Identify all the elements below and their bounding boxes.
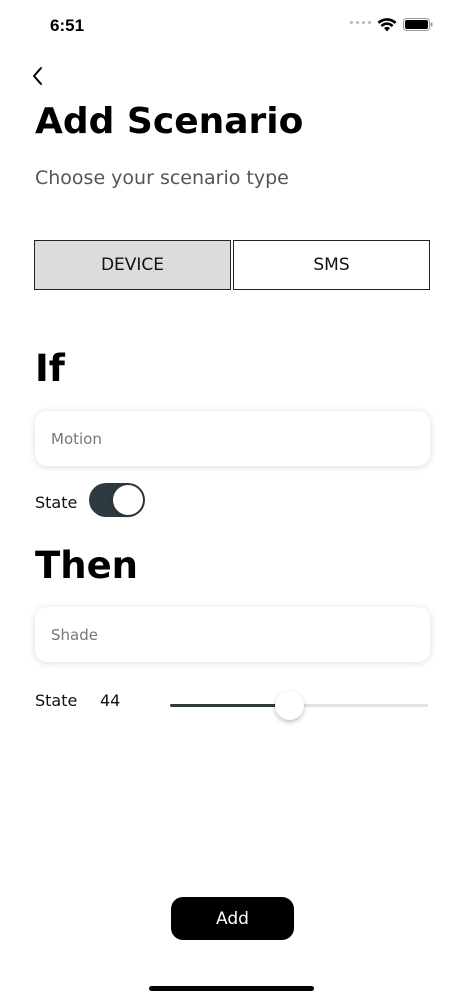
page-subtitle: Choose your scenario type — [35, 167, 289, 189]
back-button[interactable] — [26, 64, 48, 88]
status-time: 6:51 — [50, 16, 85, 35]
segment-sms[interactable]: SMS — [233, 240, 430, 290]
then-heading: Then — [35, 544, 139, 587]
if-state-toggle[interactable] — [89, 483, 145, 517]
if-device-field[interactable]: Motion — [35, 411, 430, 466]
segment-device[interactable]: DEVICE — [34, 240, 231, 290]
state-slider[interactable] — [170, 690, 428, 720]
page-title: Add Scenario — [35, 101, 304, 142]
add-button[interactable]: Add — [171, 897, 294, 940]
add-scenario-screen: 6:51 Add Scenario Choose your scenario t… — [0, 0, 462, 1000]
home-indicator — [149, 986, 314, 991]
signal-dots-icon — [350, 21, 371, 24]
then-device-field[interactable]: Shade — [35, 607, 430, 662]
toggle-knob — [113, 485, 143, 515]
if-state-label: State — [35, 493, 78, 512]
slider-fill — [170, 704, 289, 707]
chevron-left-icon — [33, 67, 42, 85]
wifi-icon — [377, 18, 397, 32]
slider-thumb[interactable] — [275, 691, 304, 720]
battery-icon — [403, 18, 433, 31]
state-value: 44 — [100, 691, 121, 710]
if-heading: If — [35, 347, 65, 390]
then-state-label: State — [35, 691, 78, 710]
